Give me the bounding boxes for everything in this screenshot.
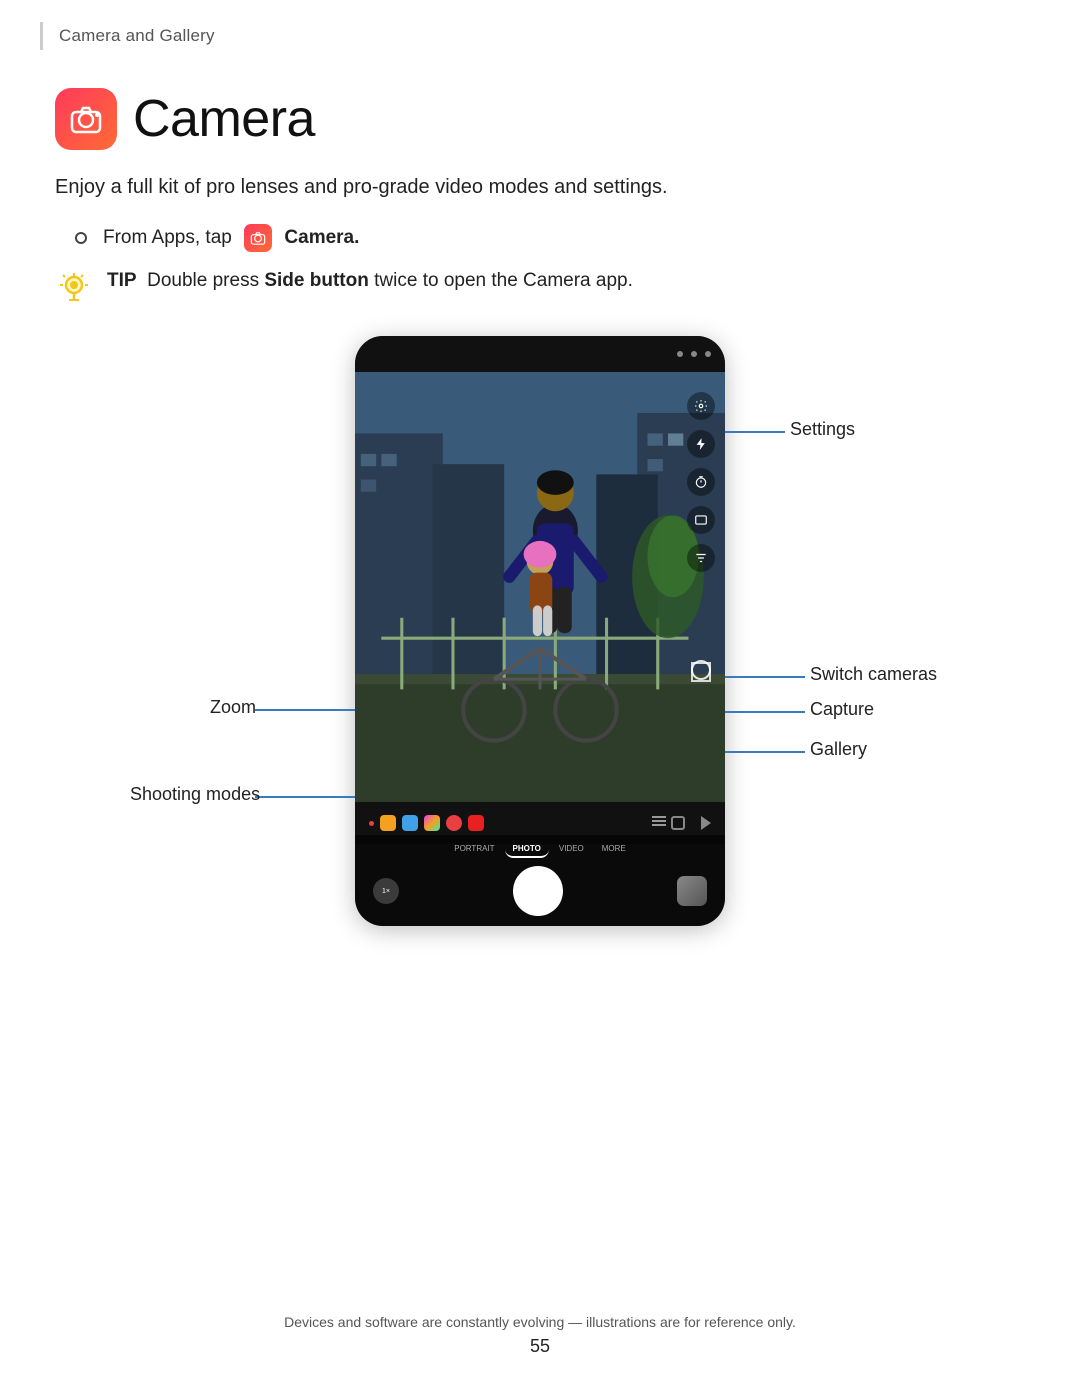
nav-app-4 bbox=[424, 815, 440, 831]
home-button[interactable] bbox=[671, 816, 685, 830]
camera-controls-panel bbox=[687, 392, 715, 572]
camera-app-icon bbox=[55, 88, 117, 150]
bullet-point bbox=[75, 232, 87, 244]
camera-bottom-bar: PORTRAIT PHOTO VIDEO MORE 1× bbox=[355, 835, 725, 926]
settings-label: Settings bbox=[790, 419, 855, 440]
nav-app-2 bbox=[380, 815, 396, 831]
settings-control[interactable] bbox=[687, 392, 715, 420]
mode-portrait[interactable]: PORTRAIT bbox=[446, 841, 502, 858]
footer-note: Devices and software are constantly evol… bbox=[0, 1314, 1080, 1330]
tip-icon bbox=[55, 270, 93, 308]
nav-app-1 bbox=[369, 821, 374, 826]
mode-more[interactable]: MORE bbox=[594, 841, 634, 858]
photo-subject bbox=[355, 372, 725, 802]
shooting-modes-label: Shooting modes bbox=[130, 784, 260, 805]
bullet-text: From Apps, tap Camera. bbox=[103, 224, 359, 252]
inline-camera-icon bbox=[244, 224, 272, 252]
tip-text: TIP Double press Side button twice to op… bbox=[107, 270, 633, 292]
page-description: Enjoy a full kit of pro lenses and pro-g… bbox=[55, 172, 1025, 202]
camera-action-row: 1× bbox=[363, 866, 717, 920]
capture-label: Capture bbox=[810, 699, 874, 720]
capture-button[interactable] bbox=[513, 866, 563, 916]
page-number: 55 bbox=[0, 1336, 1080, 1357]
shooting-modes-row: PORTRAIT PHOTO VIDEO MORE bbox=[363, 841, 717, 858]
zoom-label: Zoom bbox=[210, 697, 256, 718]
nav-app-3 bbox=[402, 815, 418, 831]
nav-app-6 bbox=[468, 815, 484, 831]
switch-cam-indicator bbox=[691, 660, 711, 680]
flash-control[interactable] bbox=[687, 430, 715, 458]
nav-app-5 bbox=[446, 815, 462, 831]
nav-buttons bbox=[652, 816, 711, 830]
phone-mockup: PORTRAIT PHOTO VIDEO MORE 1× bbox=[355, 336, 725, 926]
gallery-button[interactable] bbox=[677, 876, 707, 906]
camera-viewfinder bbox=[355, 372, 725, 802]
mode-video[interactable]: VIDEO bbox=[551, 841, 592, 858]
gallery-label: Gallery bbox=[810, 739, 867, 760]
page-title: Camera bbox=[133, 89, 315, 149]
footer: Devices and software are constantly evol… bbox=[0, 1314, 1080, 1357]
phone-status-bar bbox=[355, 336, 725, 372]
filter-control[interactable] bbox=[687, 544, 715, 572]
app-name-label: Camera. bbox=[284, 227, 359, 248]
zoom-button[interactable]: 1× bbox=[373, 878, 399, 904]
timer-control[interactable] bbox=[687, 468, 715, 496]
aspect-ratio-control[interactable] bbox=[687, 506, 715, 534]
mode-photo[interactable]: PHOTO bbox=[505, 841, 549, 858]
menu-icon bbox=[652, 816, 655, 830]
app-icons-bar bbox=[369, 815, 484, 831]
switch-cameras-label: Switch cameras bbox=[810, 664, 937, 685]
breadcrumb: Camera and Gallery bbox=[59, 22, 215, 50]
back-button[interactable] bbox=[701, 816, 711, 830]
